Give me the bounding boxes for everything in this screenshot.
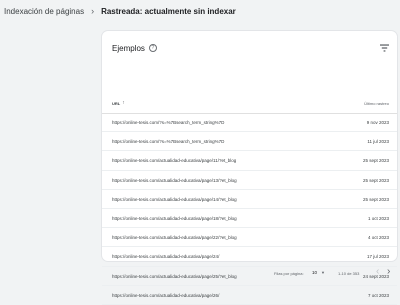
date-cell: 11 jul 2023 [367, 139, 389, 145]
url-cell[interactable]: https://online-tesis.com/?s=%7Bsearch_te… [112, 120, 224, 125]
table-row[interactable]: https://online-tesis.com/actualidad-educ… [102, 151, 397, 171]
table-row[interactable]: https://online-tesis.com/actualidad-educ… [102, 247, 397, 267]
breadcrumb: Indexación de páginas › Rastreada: actua… [4, 4, 236, 18]
dropdown-caret-icon: ▼ [321, 270, 325, 275]
table-row[interactable]: https://online-tesis.com/actualidad-educ… [102, 171, 397, 190]
date-cell: 4 oct 2023 [367, 235, 389, 241]
date-cell: 25 sept 2023 [362, 158, 389, 164]
url-cell[interactable]: https://online-tesis.com/actualidad-educ… [112, 197, 237, 202]
date-cell: 17 jul 2023 [366, 254, 389, 260]
url-cell[interactable]: https://online-tesis.com/actualidad-educ… [112, 178, 237, 183]
arrow-up-icon[interactable]: ↑ [122, 101, 125, 106]
url-cell[interactable]: https://online-tesis.com/actualidad-educ… [112, 293, 219, 298]
url-cell[interactable]: https://online-tesis.com/actualidad-educ… [112, 235, 237, 240]
date-cell: 1 oct 2023 [367, 215, 389, 221]
date-cell: 25 sept 2023 [362, 177, 389, 183]
pagination: Filas por página: 10 ▼ 1-10 de 353 ‹ › [102, 266, 397, 282]
url-cell[interactable]: https://online-tesis.com/actualidad-educ… [112, 216, 237, 221]
date-cell: 7 oct 2023 [367, 292, 389, 298]
table-header: URL ↑ Último rastreo [102, 93, 397, 114]
column-header-url-label: URL [112, 101, 121, 106]
column-header-url[interactable]: URL ↑ [112, 101, 125, 107]
rows-per-page-select[interactable]: 10 ▼ [312, 270, 325, 275]
url-cell[interactable]: https://online-tesis.com/actualidad-educ… [112, 158, 236, 163]
table-row[interactable]: https://online-tesis.com/actualidad-educ… [102, 228, 397, 248]
card-header: Ejemplos ? [112, 40, 389, 56]
url-cell[interactable]: https://online-tesis.com/actualidad-educ… [112, 254, 219, 259]
date-cell: 9 nov 2023 [366, 120, 389, 125]
breadcrumb-parent-link[interactable]: Indexación de páginas [4, 7, 84, 16]
page-range: 1-10 de 353 [338, 271, 360, 276]
breadcrumb-current: Rastreada: actualmente sin indexar [101, 6, 236, 16]
table-row[interactable]: https://online-tesis.com/actualidad-educ… [102, 209, 397, 229]
chevron-left-icon[interactable]: ‹ [376, 267, 379, 277]
rows-per-page-value: 10 [312, 270, 318, 275]
filter-icon[interactable] [380, 44, 389, 52]
rows-per-page-label: Filas por página: [274, 271, 304, 276]
table-row[interactable]: https://online-tesis.com/?s=%7Bsearch_te… [102, 132, 397, 152]
card-title: Ejemplos [112, 43, 145, 53]
table-row[interactable]: https://online-tesis.com/?s=%7Bsearch_te… [102, 113, 397, 133]
date-cell: 25 sept 2023 [362, 196, 389, 202]
chevron-right-icon[interactable]: › [387, 267, 390, 277]
table-row[interactable]: https://online-tesis.com/actualidad-educ… [102, 286, 397, 305]
breadcrumb-separator-icon: › [91, 5, 95, 16]
column-header-last-crawl[interactable]: Último rastreo [364, 101, 389, 106]
table-row[interactable]: https://online-tesis.com/actualidad-educ… [102, 190, 397, 209]
help-circle-icon[interactable]: ? [148, 44, 157, 52]
url-cell[interactable]: https://online-tesis.com/?s=%7Bsearch_te… [112, 139, 224, 144]
examples-card: Ejemplos ? URL ↑ Último rastreo https://… [102, 31, 397, 305]
